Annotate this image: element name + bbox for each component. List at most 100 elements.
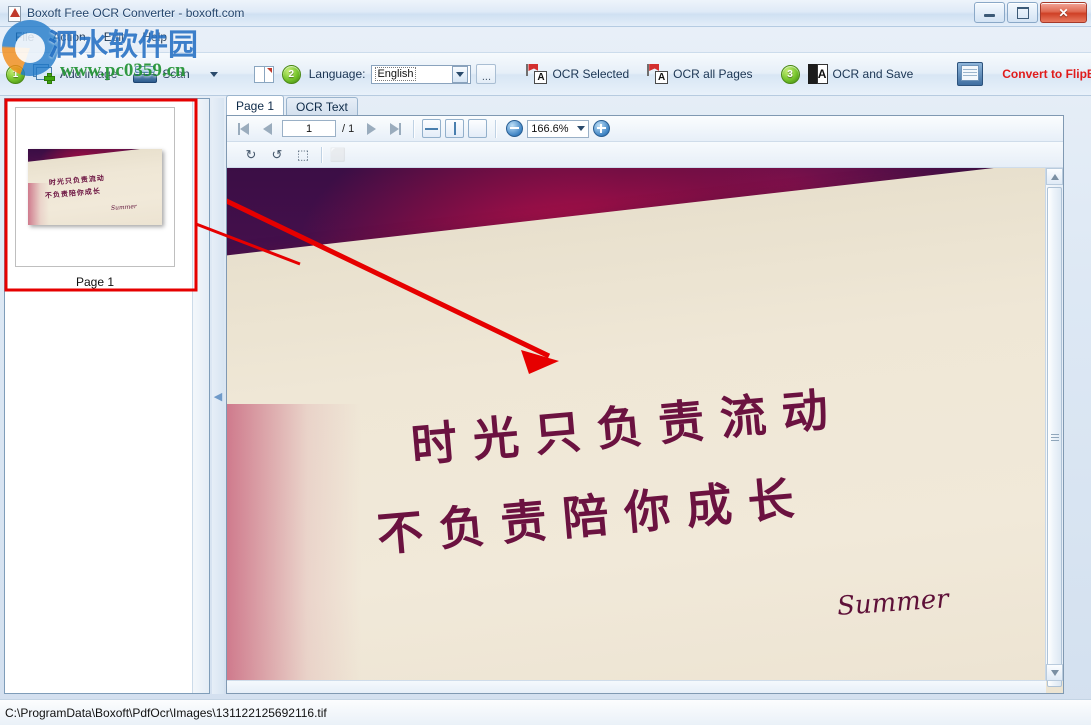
status-bar: C:\ProgramData\Boxoft\PdfOcr\Images\1311… — [0, 699, 1091, 725]
collapse-left-chevron-icon[interactable]: ◀ — [214, 390, 222, 403]
zoom-level-select[interactable]: 166.6% — [527, 119, 590, 138]
language-select[interactable]: English — [371, 64, 472, 84]
language-more-button[interactable]: ... — [476, 64, 497, 84]
main-toolbar: 1 Add image Scan 2 Language: English ...… — [0, 52, 1091, 96]
thumbnail-panel: 时光只负责流动 不负责陪你成长 Summer Page 1 — [4, 98, 210, 694]
menu-file[interactable]: File — [6, 28, 43, 46]
thumbnail-item[interactable]: 时光只负责流动 不负责陪你成长 Summer Page 1 — [15, 107, 175, 289]
tab-page-1[interactable]: Page 1 — [226, 95, 285, 115]
window-title: Boxoft Free OCR Converter - boxoft.com — [27, 6, 245, 20]
photo-pink-edge — [227, 404, 361, 693]
title-bar: Boxoft Free OCR Converter - boxoft.com ✕ — [0, 0, 1091, 27]
viewer-container: 1 / 1 166.6% ↻ ↺ ⬚ ⬜ 时光只负责流动 不负责陪你成长 Sum… — [226, 115, 1064, 694]
toolbar-group-ocr: A OCR Selected A OCR all Pages — [510, 52, 766, 96]
ocr-and-save-icon: A — [807, 64, 828, 84]
ocr-selected-icon: A — [524, 64, 548, 84]
zoom-in-button[interactable] — [593, 120, 611, 137]
step-1-badge: 1 — [6, 64, 25, 84]
step-3-badge: 3 — [780, 64, 800, 84]
page-layout-button[interactable] — [246, 61, 282, 88]
toolbar-group-flipbook: Convert to FlipBook — [935, 52, 1091, 96]
thumbnail-caption: Page 1 — [75, 275, 115, 289]
status-file-path: C:\ProgramData\Boxoft\PdfOcr\Images\1311… — [5, 705, 327, 720]
deskew-button[interactable]: ⬜ — [326, 145, 350, 165]
minimize-button[interactable] — [974, 2, 1005, 23]
convert-to-flipbook-label: Convert to FlipBook — [1002, 67, 1091, 81]
crop-button[interactable]: ⬚ — [291, 145, 315, 165]
page-number-input[interactable]: 1 — [282, 120, 336, 137]
chevron-down-icon — [577, 126, 586, 131]
viewer-panel: Page 1 OCR Text 1 / 1 166.6% ↻ ↺ ⬚ ⬜ 时光只… — [226, 95, 1087, 694]
zoom-level-value: 166.6% — [531, 122, 569, 135]
ocr-all-pages-button[interactable]: A OCR all Pages — [637, 59, 760, 89]
rotate-page-icon: ↺ — [271, 146, 283, 162]
ocr-letter-glyph: A — [534, 71, 548, 84]
add-image-button[interactable]: Add image — [25, 59, 125, 89]
rotate-right-button[interactable]: ↻ — [239, 145, 263, 165]
actual-size-button[interactable] — [468, 119, 488, 138]
image-tools-bar: ↻ ↺ ⬚ ⬜ — [227, 142, 1063, 168]
zoom-out-button[interactable] — [506, 120, 524, 137]
ocr-selected-button[interactable]: A OCR Selected — [516, 59, 637, 89]
viewer-vertical-scrollbar[interactable] — [1045, 168, 1063, 687]
scan-button[interactable]: Scan — [125, 60, 197, 88]
scroll-down-button[interactable] — [1046, 664, 1063, 681]
scan-dropdown-button[interactable] — [198, 67, 226, 82]
menu-help[interactable]: Help — [133, 28, 176, 46]
ocr-and-save-button[interactable]: A OCR and Save — [800, 59, 922, 89]
menu-edit[interactable]: Edit — [95, 28, 134, 46]
viewer-horizontal-scrollbar[interactable] — [227, 680, 1046, 693]
step-2-badge: 2 — [281, 64, 301, 84]
add-image-icon — [33, 64, 55, 84]
page-navigation-bar: 1 / 1 166.6% — [227, 116, 1063, 142]
scroll-grip-icon — [1050, 432, 1059, 443]
scanner-icon — [133, 65, 158, 83]
scroll-up-button[interactable] — [1046, 168, 1063, 185]
next-page-button[interactable] — [359, 118, 383, 140]
convert-to-flipbook-button[interactable]: Convert to FlipBook — [949, 57, 1091, 91]
thumbnail-box[interactable]: 时光只负责流动 不负责陪你成长 Summer — [15, 107, 175, 267]
language-selected-value: English — [375, 67, 416, 81]
menu-bar: File Action Edit Help — [0, 26, 1091, 48]
toolbar-group-save: 3 A OCR and Save — [775, 52, 928, 96]
ocr-all-pages-label: OCR all Pages — [673, 67, 753, 81]
menu-action[interactable]: Action — [43, 28, 94, 46]
chevron-down-icon — [456, 71, 465, 77]
first-page-button[interactable] — [231, 118, 255, 140]
rotate-right-icon: ↻ — [245, 146, 257, 162]
body-area: 时光只负责流动 不负责陪你成长 Summer Page 1 ◀ Page 1 O… — [0, 95, 1091, 699]
previous-page-button[interactable] — [255, 118, 279, 140]
tab-ocr-text[interactable]: OCR Text — [286, 97, 358, 115]
fit-width-button[interactable] — [422, 119, 442, 138]
window-controls: ✕ — [974, 2, 1087, 23]
thumbnail-scrollbar[interactable] — [192, 99, 209, 693]
thumbnail-image: 时光只负责流动 不负责陪你成长 Summer — [28, 149, 162, 225]
thumb-signature: Summer — [110, 202, 138, 212]
application-window: Boxoft Free OCR Converter - boxoft.com ✕… — [0, 0, 1091, 725]
toolbar-group-language: 2 Language: English ... — [240, 52, 503, 96]
maximize-button[interactable] — [1007, 2, 1038, 23]
add-image-label: Add image — [60, 67, 118, 81]
close-icon: ✕ — [1058, 5, 1069, 20]
scan-label: Scan — [162, 67, 190, 81]
fit-height-button[interactable] — [445, 119, 465, 138]
language-dropdown-arrow[interactable] — [452, 65, 469, 83]
image-canvas[interactable]: 时光只负责流动 不负责陪你成长 Summer — [227, 168, 1063, 693]
page-layout-icon — [253, 65, 274, 83]
ocr-save-letter-glyph: A — [816, 64, 828, 84]
ocr-all-pages-icon: A — [645, 64, 669, 84]
toolbar-group-input: 1 Add image Scan — [0, 52, 232, 96]
ocr-selected-label: OCR Selected — [552, 67, 630, 81]
viewer-tabs: Page 1 OCR Text — [226, 95, 358, 115]
rotate-page-button[interactable]: ↺ — [265, 145, 289, 165]
last-page-button[interactable] — [383, 118, 407, 140]
ocr-and-save-label: OCR and Save — [832, 67, 914, 81]
crop-icon: ⬚ — [296, 146, 310, 162]
panel-splitter[interactable]: ◀ — [212, 98, 224, 694]
ocr-letter-glyph: A — [655, 71, 669, 84]
close-button[interactable]: ✕ — [1040, 2, 1087, 23]
deskew-icon: ⬜ — [329, 146, 347, 162]
page-total-label: / 1 — [342, 122, 355, 135]
scroll-thumb[interactable] — [1047, 187, 1062, 687]
language-label: Language: — [308, 67, 366, 81]
